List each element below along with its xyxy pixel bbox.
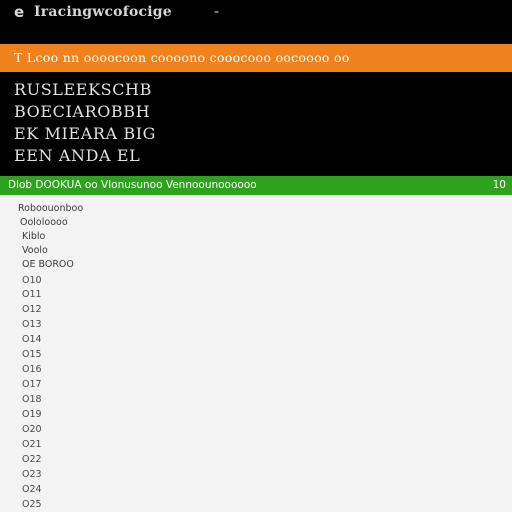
list-item[interactable]: O10 [22,275,52,287]
banner-bar: T Lcoo nn oooocoon coooono cooocooo ooco… [0,44,512,72]
content-line: Voolo [22,245,48,256]
list-item[interactable]: O17 [22,379,52,391]
status-bar[interactable]: Dlob DOOKUA oo Vlonusunoo Vennoounoooooo… [0,176,512,195]
list-item[interactable]: O15 [22,349,52,361]
header-spacer [0,24,512,44]
list-item[interactable]: O18 [22,394,52,406]
status-count: 10 [492,179,506,191]
banner-text: T Lcoo nn oooocoon coooono cooocooo ooco… [14,50,350,65]
list-item[interactable]: O12 [22,304,52,316]
list-item[interactable]: O22 [22,454,52,466]
list-item[interactable]: O23 [22,469,52,481]
list-item[interactable]: O13 [22,319,52,331]
list-item[interactable]: O25 [22,499,52,511]
content-line: Roboouonboo [18,203,84,214]
title-dash: - [214,4,220,20]
window-title: Iracingwcofocige [34,4,172,20]
info-line: RUSLEEKSCHB [14,80,152,99]
list-item[interactable]: O21 [22,439,52,451]
list-item[interactable]: O19 [22,409,52,421]
list-item[interactable]: O24 [22,484,52,496]
list-item[interactable]: O20 [22,424,52,436]
content-area[interactable]: Roboouonboo Oololoooo Kiblo Voolo OE BOR… [0,195,512,512]
content-line: Oololoooo [20,217,68,228]
list-item[interactable]: O16 [22,364,52,376]
content-line: Kiblo [22,231,46,242]
info-panel: RUSLEEKSCHB BOECIAROBBH EK MIEARA BIG EE… [0,72,512,176]
title-bar: e Iracingwcofocige - [0,0,512,24]
info-line: BOECIAROBBH [14,102,151,121]
status-text: Dlob DOOKUA oo Vlonusunoo Vennoounoooooo [8,179,257,191]
content-line: OE BOROO [22,259,74,270]
info-line: EEN ANDA EL [14,146,141,165]
info-line: EK MIEARA BIG [14,124,157,143]
list-item[interactable]: O14 [22,334,52,346]
app-icon: e [14,3,25,21]
list-item[interactable]: O11 [22,289,52,301]
